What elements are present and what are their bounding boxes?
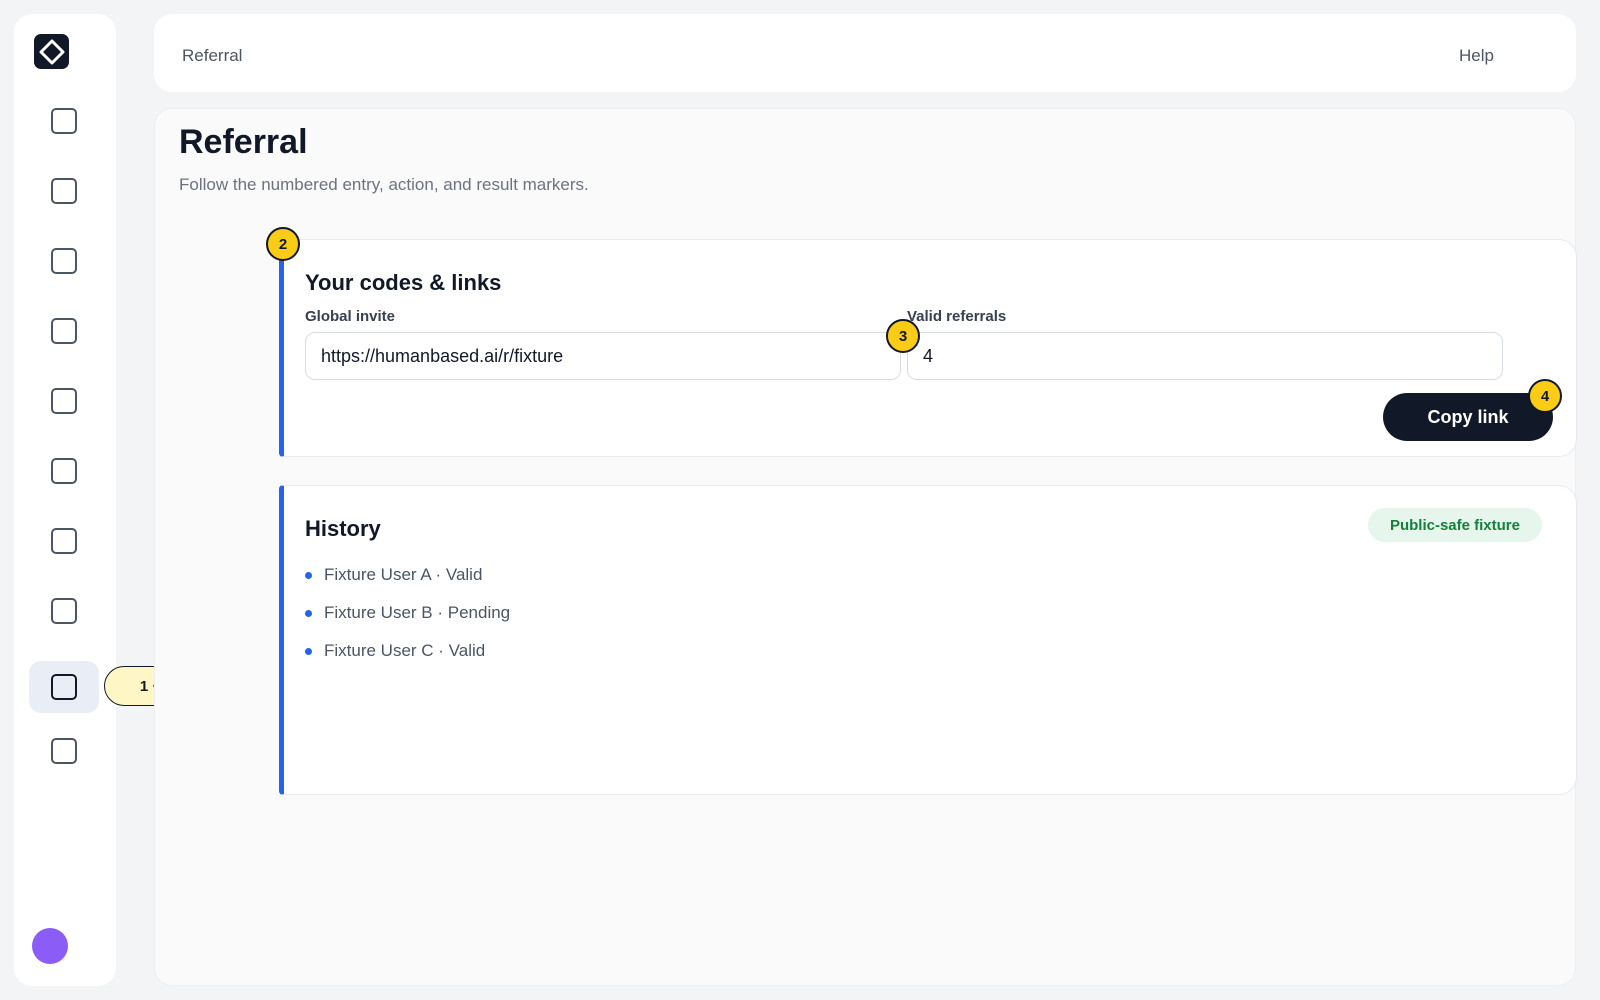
nav-item-referral[interactable]: [29, 661, 99, 713]
copy-link-button[interactable]: Copy link: [1383, 393, 1553, 441]
nav-item-3[interactable]: [29, 235, 99, 287]
square-icon: [51, 318, 77, 344]
sidebar: [14, 14, 116, 986]
square-icon: [51, 388, 77, 414]
square-icon: [51, 108, 77, 134]
help-link[interactable]: Help: [1459, 46, 1494, 66]
nav-item-1[interactable]: [29, 95, 99, 147]
square-icon: [51, 528, 77, 554]
global-invite-input[interactable]: [305, 332, 901, 380]
codes-card: Your codes & links Global invite Valid r…: [279, 239, 1577, 457]
list-item-text: Fixture User A · Valid: [324, 565, 483, 584]
avatar[interactable]: [32, 928, 68, 964]
nav-item-7[interactable]: [29, 515, 99, 567]
square-icon: [51, 248, 77, 274]
page-subtitle: Follow the numbered entry, action, and r…: [179, 175, 589, 194]
nav-item-8[interactable]: [29, 585, 99, 637]
page-title: Referral: [179, 123, 308, 161]
nav-item-5[interactable]: [29, 375, 99, 427]
history-list: Fixture User A · Valid Fixture User B · …: [305, 556, 510, 670]
global-invite-label: Global invite: [305, 308, 396, 325]
nav-item-6[interactable]: [29, 445, 99, 497]
valid-referrals-label: Valid referrals: [907, 308, 1007, 325]
step-marker-3: 3: [886, 319, 920, 353]
list-item-text: Fixture User C · Valid: [324, 641, 486, 660]
history-card-title: History: [305, 516, 381, 541]
diamond-logo-icon[interactable]: [34, 34, 69, 69]
nav-item-4[interactable]: [29, 305, 99, 357]
bullet-icon: [305, 571, 312, 579]
breadcrumb: Referral: [182, 46, 243, 65]
main-panel: Referral Follow the numbered entry, acti…: [154, 108, 1577, 986]
codes-card-title: Your codes & links: [305, 270, 502, 295]
topbar: Referral Help: [154, 14, 1576, 92]
square-icon: [51, 178, 77, 204]
square-icon: [51, 458, 77, 484]
status-badge: Public-safe fixture: [1367, 508, 1542, 542]
history-card: History Public-safe fixture Fixture User…: [279, 485, 1577, 795]
list-item: Fixture User A · Valid: [305, 556, 510, 594]
nav-item-10[interactable]: [29, 725, 99, 777]
square-icon: [51, 598, 77, 624]
list-item: Fixture User B · Pending: [305, 594, 510, 632]
bullet-icon: [305, 609, 312, 617]
step-marker-4: 4: [1528, 379, 1562, 413]
step-marker-2: 2: [266, 227, 300, 261]
list-item-text: Fixture User B · Pending: [324, 603, 511, 622]
square-icon: [51, 674, 77, 700]
list-item: Fixture User C · Valid: [305, 632, 510, 670]
nav-item-2[interactable]: [29, 165, 99, 217]
valid-referrals-input[interactable]: [907, 332, 1503, 380]
bullet-icon: [305, 647, 312, 655]
square-icon: [51, 738, 77, 764]
